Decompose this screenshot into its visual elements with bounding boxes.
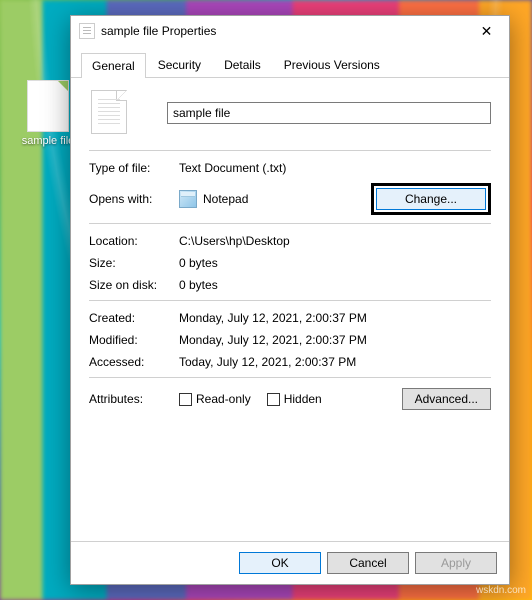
hidden-label: Hidden bbox=[284, 392, 322, 406]
desktop-file-icon[interactable]: sample file bbox=[18, 80, 78, 147]
ok-button[interactable]: OK bbox=[239, 552, 321, 574]
checkbox-icon bbox=[267, 393, 280, 406]
document-icon bbox=[91, 90, 127, 134]
opens-with-value: Notepad bbox=[203, 192, 248, 206]
filename-input[interactable] bbox=[167, 102, 491, 124]
created-value: Monday, July 12, 2021, 2:00:37 PM bbox=[179, 311, 367, 325]
location-label: Location: bbox=[89, 234, 179, 248]
tab-strip: General Security Details Previous Versio… bbox=[71, 46, 509, 78]
size-value: 0 bytes bbox=[179, 256, 218, 270]
change-button[interactable]: Change... bbox=[376, 188, 486, 210]
type-value: Text Document (.txt) bbox=[179, 161, 286, 175]
desktop-icon-label: sample file bbox=[18, 135, 78, 147]
opens-with-label: Opens with: bbox=[89, 192, 179, 206]
checkbox-icon bbox=[179, 393, 192, 406]
created-label: Created: bbox=[89, 311, 179, 325]
dialog-buttons: OK Cancel Apply bbox=[71, 541, 509, 584]
size-on-disk-value: 0 bytes bbox=[179, 278, 218, 292]
tab-previous-versions[interactable]: Previous Versions bbox=[273, 52, 391, 77]
cancel-button[interactable]: Cancel bbox=[327, 552, 409, 574]
change-button-highlight: Change... bbox=[371, 183, 491, 215]
modified-label: Modified: bbox=[89, 333, 179, 347]
readonly-label: Read-only bbox=[196, 392, 251, 406]
properties-dialog: sample file Properties ✕ General Securit… bbox=[70, 15, 510, 585]
file-icon bbox=[79, 23, 95, 39]
accessed-label: Accessed: bbox=[89, 355, 179, 369]
tab-details[interactable]: Details bbox=[213, 52, 272, 77]
titlebar[interactable]: sample file Properties ✕ bbox=[71, 16, 509, 46]
window-title: sample file Properties bbox=[101, 24, 464, 38]
tab-security[interactable]: Security bbox=[147, 52, 212, 77]
attributes-label: Attributes: bbox=[89, 392, 179, 406]
modified-value: Monday, July 12, 2021, 2:00:37 PM bbox=[179, 333, 367, 347]
accessed-value: Today, July 12, 2021, 2:00:37 PM bbox=[179, 355, 356, 369]
type-label: Type of file: bbox=[89, 161, 179, 175]
tab-general[interactable]: General bbox=[81, 53, 146, 78]
size-label: Size: bbox=[89, 256, 179, 270]
file-icon bbox=[27, 80, 69, 132]
notepad-icon bbox=[179, 190, 197, 208]
advanced-button[interactable]: Advanced... bbox=[402, 388, 491, 410]
apply-button[interactable]: Apply bbox=[415, 552, 497, 574]
close-button[interactable]: ✕ bbox=[464, 16, 509, 46]
close-icon: ✕ bbox=[481, 23, 493, 40]
watermark: wskdn.com bbox=[476, 585, 526, 596]
hidden-checkbox[interactable]: Hidden bbox=[267, 392, 322, 406]
location-value: C:\Users\hp\Desktop bbox=[179, 234, 290, 248]
size-on-disk-label: Size on disk: bbox=[89, 278, 179, 292]
readonly-checkbox[interactable]: Read-only bbox=[179, 392, 251, 406]
